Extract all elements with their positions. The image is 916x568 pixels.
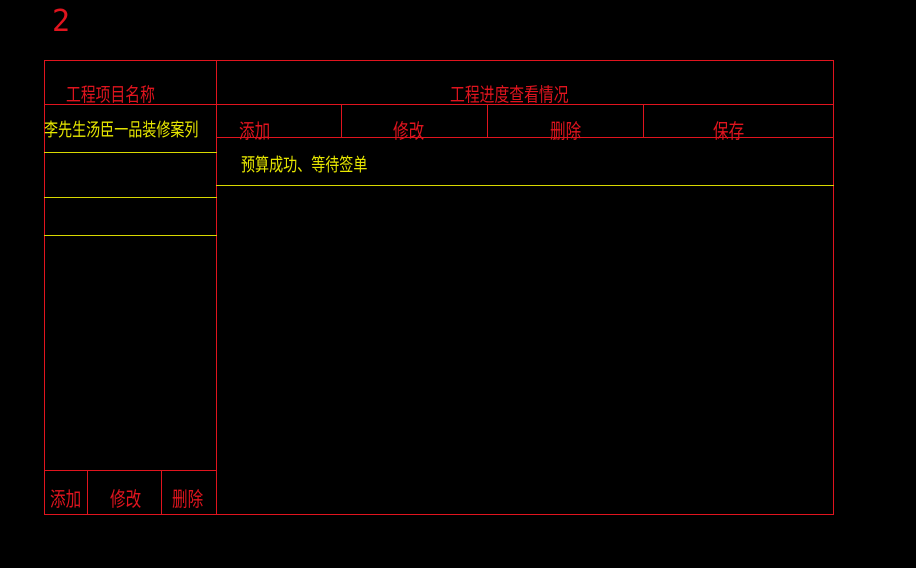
- toolbar-save-button[interactable]: 保存: [644, 105, 833, 143]
- frame-right: [833, 60, 834, 515]
- project-list-item-label: 李先生汤臣一品装修案列: [44, 120, 199, 141]
- right-row-divider-1: [216, 185, 834, 186]
- left-edit-label: 修改: [110, 487, 142, 511]
- progress-row[interactable]: 预算成功、等待签单: [217, 138, 833, 185]
- frame-top: [44, 60, 834, 61]
- left-delete-button[interactable]: 删除: [162, 471, 216, 514]
- left-add-label: 添加: [50, 487, 82, 511]
- project-list-item[interactable]: 李先生汤臣一品装修案列: [44, 105, 216, 152]
- left-delete-label: 删除: [172, 487, 204, 511]
- right-panel-header: 工程进度查看情况: [450, 84, 569, 106]
- progress-row-label: 预算成功、等待签单: [241, 155, 368, 176]
- toolbar-add-button[interactable]: 添加: [217, 105, 341, 143]
- frame-bottom: [44, 514, 834, 515]
- toolbar-delete-button[interactable]: 删除: [488, 105, 643, 143]
- page-number: 2: [52, 4, 71, 39]
- left-row-divider-3: [44, 235, 217, 236]
- project-list-item[interactable]: [44, 153, 216, 197]
- left-add-button[interactable]: 添加: [45, 471, 87, 514]
- toolbar-edit-button[interactable]: 修改: [342, 105, 487, 143]
- project-list-item[interactable]: [44, 198, 216, 235]
- left-panel-header: 工程项目名称: [66, 84, 155, 106]
- left-edit-button[interactable]: 修改: [88, 471, 161, 514]
